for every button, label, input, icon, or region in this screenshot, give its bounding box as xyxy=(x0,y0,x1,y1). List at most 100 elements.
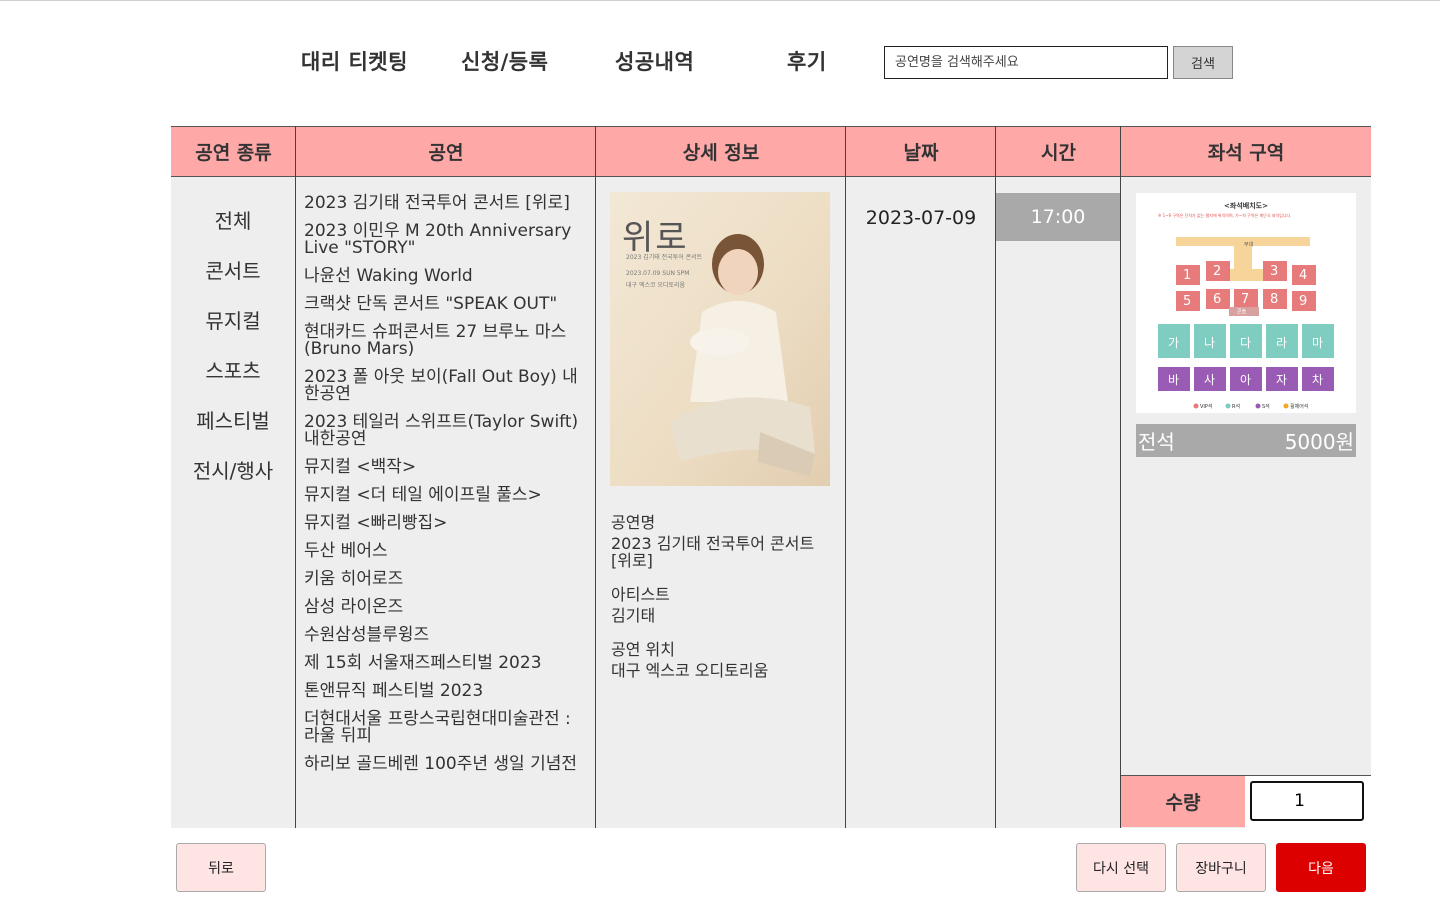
show-item[interactable]: 더현대서울 프랑스국립현대미술관전 : 라울 뒤피 xyxy=(304,711,589,745)
category-festival[interactable]: 페스티벌 xyxy=(171,405,295,434)
detail-name-block: 공연명 2023 김기태 전국투어 콘서트 [위로] xyxy=(611,514,836,569)
show-column: 2023 김기태 전국투어 콘서트 [위로] 2023 이민우 M 20th A… xyxy=(296,177,596,828)
show-list: 2023 김기태 전국투어 콘서트 [위로] 2023 이민우 M 20th A… xyxy=(304,195,589,784)
seat-map-stage-label: 무대 xyxy=(1244,242,1254,248)
date-column: 2023-07-09 xyxy=(846,177,996,828)
show-item[interactable]: 제 15회 서울재즈페스티벌 2023 xyxy=(304,655,589,672)
stand-block-label: 바 xyxy=(1168,373,1180,387)
category-musical[interactable]: 뮤지컬 xyxy=(171,305,295,334)
seat-zone-option[interactable]: 전석 5000원 xyxy=(1136,424,1356,457)
detail-artist-value: 김기태 xyxy=(611,606,656,625)
cart-button[interactable]: 장바구니 xyxy=(1176,843,1266,892)
date-option[interactable]: 2023-07-09 xyxy=(846,207,996,229)
divider xyxy=(295,126,296,828)
floor-block-label: 8 xyxy=(1270,292,1279,307)
stand-block-label: 차 xyxy=(1312,373,1324,387)
quantity-wrapper xyxy=(1250,781,1364,821)
show-item[interactable]: 현대카드 슈퍼콘서트 27 브루노 마스(Bruno Mars) xyxy=(304,324,589,358)
show-item[interactable]: 2023 테일러 스위프트(Taylor Swift) 내한공연 xyxy=(304,414,589,448)
show-item[interactable]: 키움 히어로즈 xyxy=(304,571,589,588)
detail-venue-label: 공연 위치 xyxy=(611,640,675,659)
stand-block-label: 사 xyxy=(1204,373,1216,387)
show-item[interactable]: 하리보 골드베렌 100주년 생일 기념전 xyxy=(304,756,589,773)
seat-map: <좌석배치도> ※ 1~9 구역은 단차가 없는 평지에 위치하며, 가~차 구… xyxy=(1136,193,1356,413)
detail-venue-value: 대구 엑스코 오디토리움 xyxy=(611,661,769,680)
poster-date: 2023.07.09 SUN 5PM xyxy=(626,270,690,277)
header-category: 공연 종류 xyxy=(171,126,296,177)
back-button[interactable]: 뒤로 xyxy=(176,843,266,892)
nav-reviews[interactable]: 후기 xyxy=(787,46,827,76)
show-item[interactable]: 나윤선 Waking World xyxy=(304,268,589,285)
search-button[interactable]: 검색 xyxy=(1173,46,1233,79)
show-item[interactable]: 2023 김기태 전국투어 콘서트 [위로] xyxy=(304,195,589,212)
header-date: 날짜 xyxy=(846,126,996,177)
booking-table: 공연 종류 공연 상세 정보 날짜 시간 좌석 구역 전체 콘서트 뮤지컬 스포… xyxy=(171,126,1371,828)
detail-name-value: 2023 김기태 전국투어 콘서트 [위로] xyxy=(611,534,815,570)
floor-block-label: 6 xyxy=(1213,292,1222,307)
show-item[interactable]: 뮤지컬 <백작> xyxy=(304,459,589,476)
quantity-stepper[interactable] xyxy=(1250,781,1364,821)
nav-proxy-ticketing[interactable]: 대리 티켓팅 xyxy=(301,46,408,76)
nav-apply-register[interactable]: 신청/등록 xyxy=(461,46,548,76)
stand-block-label: 자 xyxy=(1276,373,1288,387)
floor-block-label: 7 xyxy=(1241,292,1250,307)
legend-wheelchair: 휠체어석 xyxy=(1290,404,1309,410)
seat-column: <좌석배치도> ※ 1~9 구역은 단차가 없는 평지에 위치하며, 가~차 구… xyxy=(1121,177,1371,828)
category-all[interactable]: 전체 xyxy=(171,205,295,234)
time-column: 17:00 xyxy=(996,177,1121,828)
floor-block-label: 9 xyxy=(1299,294,1308,309)
detail-name-label: 공연명 xyxy=(611,513,656,532)
show-item[interactable]: 뮤지컬 <빠리빵집> xyxy=(304,515,589,532)
show-item[interactable]: 수원삼성블루윙즈 xyxy=(304,627,589,644)
stand-block-label: 나 xyxy=(1204,336,1216,350)
seat-zone-name: 전석 xyxy=(1138,430,1175,454)
divider xyxy=(995,126,996,828)
top-border xyxy=(0,0,1440,1)
seat-zone-price: 5000원 xyxy=(1284,430,1354,454)
show-item[interactable]: 두산 베어스 xyxy=(304,543,589,560)
legend-s: S석 xyxy=(1262,404,1270,410)
time-option[interactable]: 17:00 xyxy=(996,193,1120,241)
legend-vip: VIP석 xyxy=(1200,404,1213,410)
header-detail: 상세 정보 xyxy=(596,126,846,177)
show-item[interactable]: 2023 폴 아웃 보이(Fall Out Boy) 내한공연 xyxy=(304,369,589,403)
show-item[interactable]: 뮤지컬 <더 테일 에이프릴 풀스> xyxy=(304,487,589,504)
floor-block-label: 5 xyxy=(1183,294,1192,309)
category-concert[interactable]: 콘서트 xyxy=(171,255,295,284)
seat-map-console-label: 콘솔 xyxy=(1237,309,1247,315)
show-item[interactable]: 크랙샷 단독 콘서트 "SPEAK OUT" xyxy=(304,296,589,313)
floor-block-label: 3 xyxy=(1270,264,1279,279)
stand-block-label: 마 xyxy=(1312,336,1324,350)
show-item[interactable]: 삼성 라이온즈 xyxy=(304,599,589,616)
legend-r: R석 xyxy=(1232,404,1241,410)
divider xyxy=(595,126,596,828)
floor-block-label: 1 xyxy=(1183,268,1192,283)
floor-block-label: 4 xyxy=(1299,268,1308,283)
detail-venue-block: 공연 위치 대구 엑스코 오디토리움 xyxy=(611,641,836,679)
category-sports[interactable]: 스포츠 xyxy=(171,355,295,384)
detail-artist-label: 아티스트 xyxy=(611,585,670,604)
floor-block-label: 2 xyxy=(1213,264,1222,279)
header-show: 공연 xyxy=(296,126,596,177)
header-time: 시간 xyxy=(996,126,1121,177)
quantity-label: 수량 xyxy=(1121,776,1245,827)
stand-block-label: 다 xyxy=(1240,336,1252,350)
poster-subtitle: 2023 김기태 전국투어 콘서트 xyxy=(626,254,703,261)
category-column: 전체 콘서트 뮤지컬 스포츠 페스티벌 전시/행사 xyxy=(171,177,296,828)
stand-block-label: 가 xyxy=(1168,336,1180,350)
show-item[interactable]: 톤앤뮤직 페스티벌 2023 xyxy=(304,683,589,700)
show-poster: 위로 2023 김기태 전국투어 콘서트 2023.07.09 SUN 5PM … xyxy=(610,192,830,486)
search-input[interactable] xyxy=(884,46,1168,79)
stand-block-label: 아 xyxy=(1240,373,1252,387)
detail-artist-block: 아티스트 김기태 xyxy=(611,586,836,624)
nav-success-history[interactable]: 성공내역 xyxy=(615,46,694,76)
divider xyxy=(1120,126,1121,828)
show-item[interactable]: 2023 이민우 M 20th Anniversary Live "STORY" xyxy=(304,223,589,257)
divider xyxy=(845,126,846,828)
next-button[interactable]: 다음 xyxy=(1276,843,1366,892)
reset-selection-button[interactable]: 다시 선택 xyxy=(1076,843,1166,892)
header-seat-zone: 좌석 구역 xyxy=(1121,126,1371,177)
category-exhibition[interactable]: 전시/행사 xyxy=(171,455,295,484)
stand-block-label: 라 xyxy=(1276,336,1288,350)
poster-venue: 대구 엑스코 오디토리움 xyxy=(626,282,686,289)
